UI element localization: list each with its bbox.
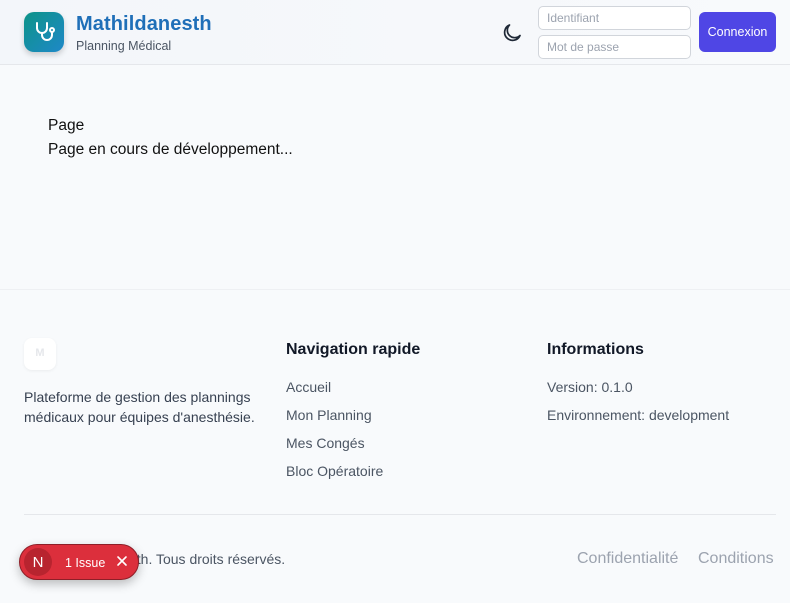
page-message: Page en cours de développement... [48,141,293,158]
moon-icon [503,24,521,42]
nextjs-logo-icon: N [24,548,52,576]
brand-title[interactable]: Mathildanesth [76,13,212,36]
footer-link-operating-block[interactable]: Bloc Opératoire [286,463,383,479]
close-icon[interactable] [114,553,130,569]
footer-description: Plateforme de gestion des plannings médi… [24,389,255,425]
stethoscope-icon [36,22,55,41]
issue-logo-letter: N [32,554,44,571]
username-input[interactable] [538,6,691,30]
footer-logo: M [24,338,56,370]
terms-link[interactable]: Conditions [698,550,774,568]
environment-info: Environnement: development [547,407,730,423]
footer-link-my-planning[interactable]: Mon Planning [286,407,372,423]
footer-info-title: Informations [547,341,644,358]
login-button[interactable]: Connexion [699,12,776,52]
footer-link-home[interactable]: Accueil [286,379,331,395]
theme-toggle-button[interactable] [500,21,524,45]
page-title: Page [48,117,85,134]
password-input[interactable] [538,35,691,59]
app-header: Mathildanesth Planning Médical Connexion [0,0,790,65]
footer-nav-title: Navigation rapide [286,341,421,358]
brand-subtitle: Planning Médical [76,39,172,53]
issue-badge[interactable]: N 1 Issue [19,544,139,580]
issue-count: 1 Issue [65,556,106,570]
footer-divider [24,514,776,515]
footer-link-my-leaves[interactable]: Mes Congés [286,435,365,451]
copyright-label: esth. Tous droits réservés. [122,551,286,567]
footer-logo-mark: M [35,347,45,359]
version-info: Version: 0.1.0 [547,379,633,395]
app-logo[interactable] [24,12,64,52]
privacy-link[interactable]: Confidentialité [577,550,678,568]
